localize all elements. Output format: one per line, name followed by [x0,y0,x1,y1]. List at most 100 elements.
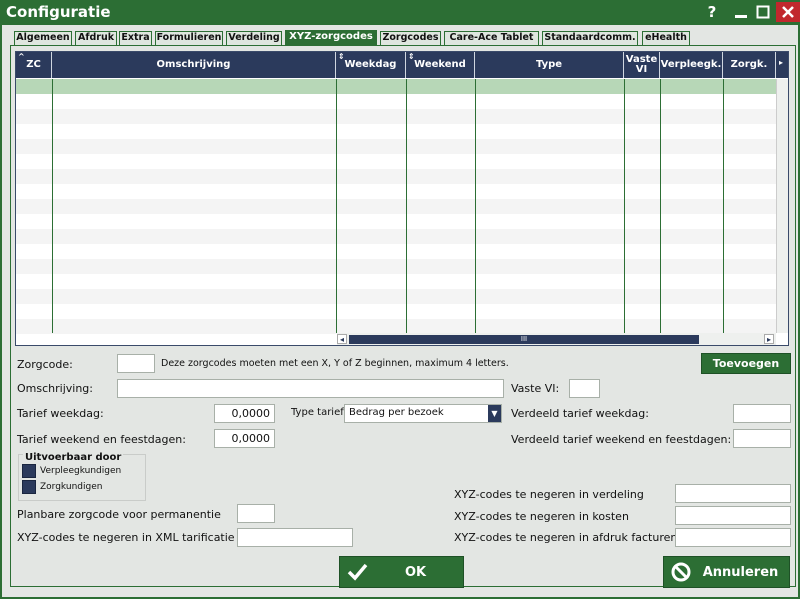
table-row[interactable] [16,139,776,154]
table-row[interactable] [16,124,776,139]
vertical-scrollbar[interactable] [776,79,788,333]
minimize-icon[interactable] [731,2,751,22]
column-divider [406,79,407,333]
table-row[interactable] [16,244,776,259]
zorgkundigen-checkbox[interactable] [22,480,36,494]
horizontal-scrollbar[interactable]: ◂ III ▸ [337,333,776,345]
column-header-omschrijving[interactable]: Omschrijving [52,52,336,78]
tab-zorgcodes[interactable]: Zorgcodes [380,31,441,45]
table-row[interactable] [16,109,776,124]
column-header-zc[interactable]: ^ ZC [16,52,52,78]
column-divider [475,79,476,333]
column-divider [723,79,724,333]
tab-verdeling[interactable]: Verdeling [226,31,282,45]
add-button[interactable]: Toevoegen [701,353,791,374]
sort-icon: ^ [18,52,25,61]
table-row[interactable] [16,154,776,169]
scroll-left-icon[interactable]: ◂ [337,334,347,344]
kosten-label: XYZ-codes te negeren in kosten [454,510,629,523]
window-title: Configuratie [6,3,111,21]
sort-icon: ⇕ [408,52,415,61]
column-divider [336,79,337,333]
tab-afdruk[interactable]: Afdruk [75,31,117,45]
vaste-vi-input[interactable] [569,379,600,398]
table-row[interactable] [16,289,776,304]
cancel-button[interactable]: Annuleren [663,556,790,588]
table-row[interactable] [16,304,776,319]
table-row[interactable] [16,94,776,109]
chevron-down-icon[interactable]: ▼ [488,405,501,422]
afdruk-input[interactable] [675,528,791,547]
type-tarief-select[interactable]: Bedrag per bezoek ▼ [344,404,502,423]
tab-algemeen[interactable]: Algemeen [14,31,72,45]
zorgcode-input[interactable] [117,354,155,373]
table-row[interactable] [16,79,776,94]
uitvoerbaar-groupbox: Uitvoerbaar door Verpleegkundigen Zorgku… [18,452,146,501]
scroll-right-icon[interactable]: ▸ [764,334,774,344]
zorgcode-hint: Deze zorgcodes moeten met een X, Y of Z … [161,358,509,369]
scroll-thumb[interactable]: III [349,335,699,344]
omschrijving-input[interactable] [117,379,504,398]
column-header-verpleegk[interactable]: Verpleegk. [660,52,723,78]
tab-care-ace-tablet[interactable]: Care-Ace Tablet [444,31,539,45]
column-header-type[interactable]: Type [475,52,624,78]
column-header-zorgk[interactable]: Zorgk. [723,52,776,78]
verdeeld-weekend-input[interactable] [733,429,791,448]
verpleegkundigen-option[interactable]: Verpleegkundigen [22,464,121,478]
table-row[interactable] [16,199,776,214]
verdeling-label: XYZ-codes te negeren in verdeling [454,488,644,501]
cancel-icon [671,562,691,582]
column-header-vaste-vi[interactable]: Vaste VI [624,52,660,78]
uitvoerbaar-title: Uitvoerbaar door [23,452,124,463]
type-tarief-label: Type tarief [291,407,344,418]
tab-extra[interactable]: Extra [119,31,152,45]
tarief-weekend-input[interactable]: 0,0000 [214,429,275,448]
column-divider [52,79,53,333]
chevron-right-icon[interactable]: ▸ [779,58,783,67]
xml-input[interactable] [237,528,353,547]
xml-label: XYZ-codes te negeren in XML tarificatie [17,531,235,544]
tarief-weekend-label: Tarief weekend en feestdagen: [17,433,186,446]
afdruk-label: XYZ-codes te negeren in afdruk facturen [454,531,678,544]
omschrijving-label: Omschrijving: [17,382,93,395]
table-row[interactable] [16,169,776,184]
planbare-label: Planbare zorgcode voor permanentie [17,508,221,521]
help-icon[interactable]: ? [702,2,722,22]
planbare-input[interactable] [237,504,275,523]
column-divider [660,79,661,333]
verpleegkundigen-label: Verpleegkundigen [40,466,122,476]
verdeeld-weekdag-input[interactable] [733,404,791,423]
zorgcodes-grid[interactable]: ^ ZC Omschrijving ⇕ Weekdag ⇕ Weekend Ty… [15,51,789,346]
verdeling-input[interactable] [675,484,791,503]
table-row[interactable] [16,259,776,274]
tab-standaardcomm[interactable]: Standaardcomm. [542,31,638,45]
sort-icon: ⇕ [338,52,345,61]
config-window: Algemeen Afdruk Extra Formulieren Verdel… [0,25,800,599]
zorgkundigen-option[interactable]: Zorgkundigen [22,480,102,494]
ok-button[interactable]: OK [339,556,464,588]
column-header-weekend[interactable]: ⇕ Weekend [406,52,475,78]
type-tarief-value: Bedrag per bezoek [349,407,444,418]
close-icon[interactable] [776,2,800,22]
zorgkundigen-label: Zorgkundigen [40,482,103,492]
verpleegkundigen-checkbox[interactable] [22,464,36,478]
title-bar: Configuratie ? [0,0,800,25]
grid-body [16,79,776,334]
table-row[interactable] [16,274,776,289]
table-row[interactable] [16,319,776,334]
zorgcode-label: Zorgcode: [17,358,73,371]
table-row[interactable] [16,214,776,229]
maximize-icon[interactable] [753,2,773,22]
tab-ehealth[interactable]: eHealth [642,31,690,45]
tab-xyz-zorgcodes[interactable]: XYZ-zorgcodes [285,30,377,45]
tab-formulieren[interactable]: Formulieren [155,31,223,45]
verdeeld-weekend-label: Verdeeld tarief weekend en feestdagen: [511,433,732,446]
table-row[interactable] [16,229,776,244]
table-row[interactable] [16,184,776,199]
column-header-weekdag[interactable]: ⇕ Weekdag [336,52,406,78]
grid-header: ^ ZC Omschrijving ⇕ Weekdag ⇕ Weekend Ty… [16,52,788,78]
tab-panel: ^ ZC Omschrijving ⇕ Weekdag ⇕ Weekend Ty… [10,45,796,588]
kosten-input[interactable] [675,506,791,525]
check-icon [347,563,368,581]
tarief-weekdag-input[interactable]: 0,0000 [214,404,275,423]
